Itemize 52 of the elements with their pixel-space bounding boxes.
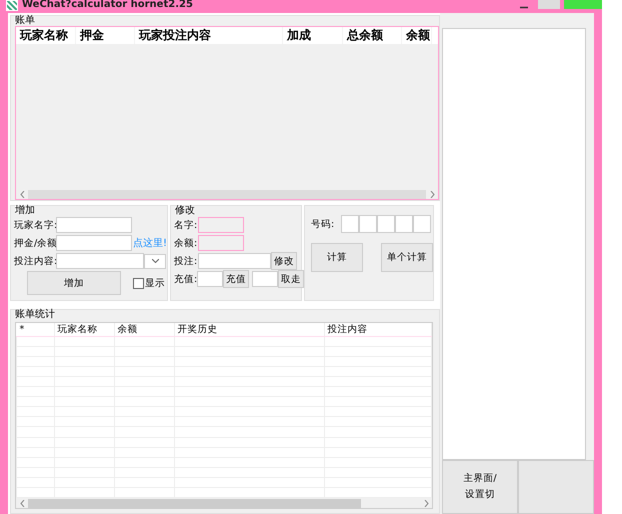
field-label: 名字: <box>174 218 198 232</box>
modify-button[interactable]: 修改 <box>271 252 297 270</box>
close-button[interactable] <box>564 0 602 9</box>
column-header[interactable]: 玩家名称 <box>16 27 76 44</box>
calculate-button[interactable]: 计算 <box>311 242 363 272</box>
number-field[interactable] <box>395 215 413 233</box>
column-header[interactable]: 玩家名称 <box>54 323 114 337</box>
name-field[interactable] <box>56 217 132 233</box>
group-title: 账单统计 <box>14 310 56 320</box>
number-field[interactable] <box>413 215 431 233</box>
column-header[interactable]: 投注内容 <box>324 323 432 337</box>
number-field[interactable] <box>341 215 359 233</box>
add-button[interactable]: 增加 <box>27 271 121 295</box>
name-field[interactable] <box>198 217 244 233</box>
bet-field[interactable] <box>56 253 144 269</box>
field-label: 号码: <box>311 218 336 230</box>
field-label: 投注: <box>174 254 198 268</box>
chevron-icon <box>152 259 158 263</box>
field-label: 充值: <box>174 272 198 286</box>
column-header[interactable]: 加成 <box>283 27 343 44</box>
recharge-field[interactable] <box>197 271 224 287</box>
field-label: 押金/余额 <box>14 236 56 250</box>
column-header[interactable]: 余额 <box>402 27 432 44</box>
withdraw-field[interactable] <box>252 271 278 287</box>
balance-field[interactable] <box>198 235 244 251</box>
deposit-field[interactable] <box>56 235 132 251</box>
recharge-button[interactable]: 充值 <box>223 270 250 288</box>
column-header[interactable]: 开奖历史 <box>174 323 324 337</box>
blank-button[interactable] <box>518 460 594 514</box>
field-label: 投注内容: <box>14 254 56 268</box>
column-header[interactable]: 押金 <box>76 27 135 44</box>
switch-button[interactable]: 主界面/ 设置切 <box>442 460 518 514</box>
maximize-button[interactable] <box>538 0 560 9</box>
group-title: 账单 <box>14 16 36 26</box>
horizontal-scrollbar[interactable] <box>16 498 432 508</box>
single-calculate-button[interactable]: 单个计算 <box>381 242 433 272</box>
scrollbar-thumb[interactable] <box>28 498 362 508</box>
number-field[interactable] <box>359 215 377 233</box>
dropdown[interactable] <box>144 254 166 268</box>
show-checkbox[interactable]: 显示 <box>133 276 165 290</box>
column-header[interactable]: 总余额 <box>343 27 402 44</box>
withdraw-button[interactable]: 取走 <box>278 270 304 288</box>
number-field[interactable] <box>377 215 395 233</box>
column-header[interactable]: 余额 <box>114 323 174 337</box>
field-label: 玩家名字: <box>14 218 56 232</box>
group-title: 修改 <box>174 206 196 216</box>
app-icon <box>6 0 18 11</box>
field-label: 余额: <box>174 236 198 250</box>
column-header[interactable]: * <box>16 323 54 337</box>
group-title: 增加 <box>14 206 36 216</box>
column-header[interactable]: 玩家投注内容 <box>135 27 283 44</box>
bet-field[interactable] <box>198 253 271 269</box>
